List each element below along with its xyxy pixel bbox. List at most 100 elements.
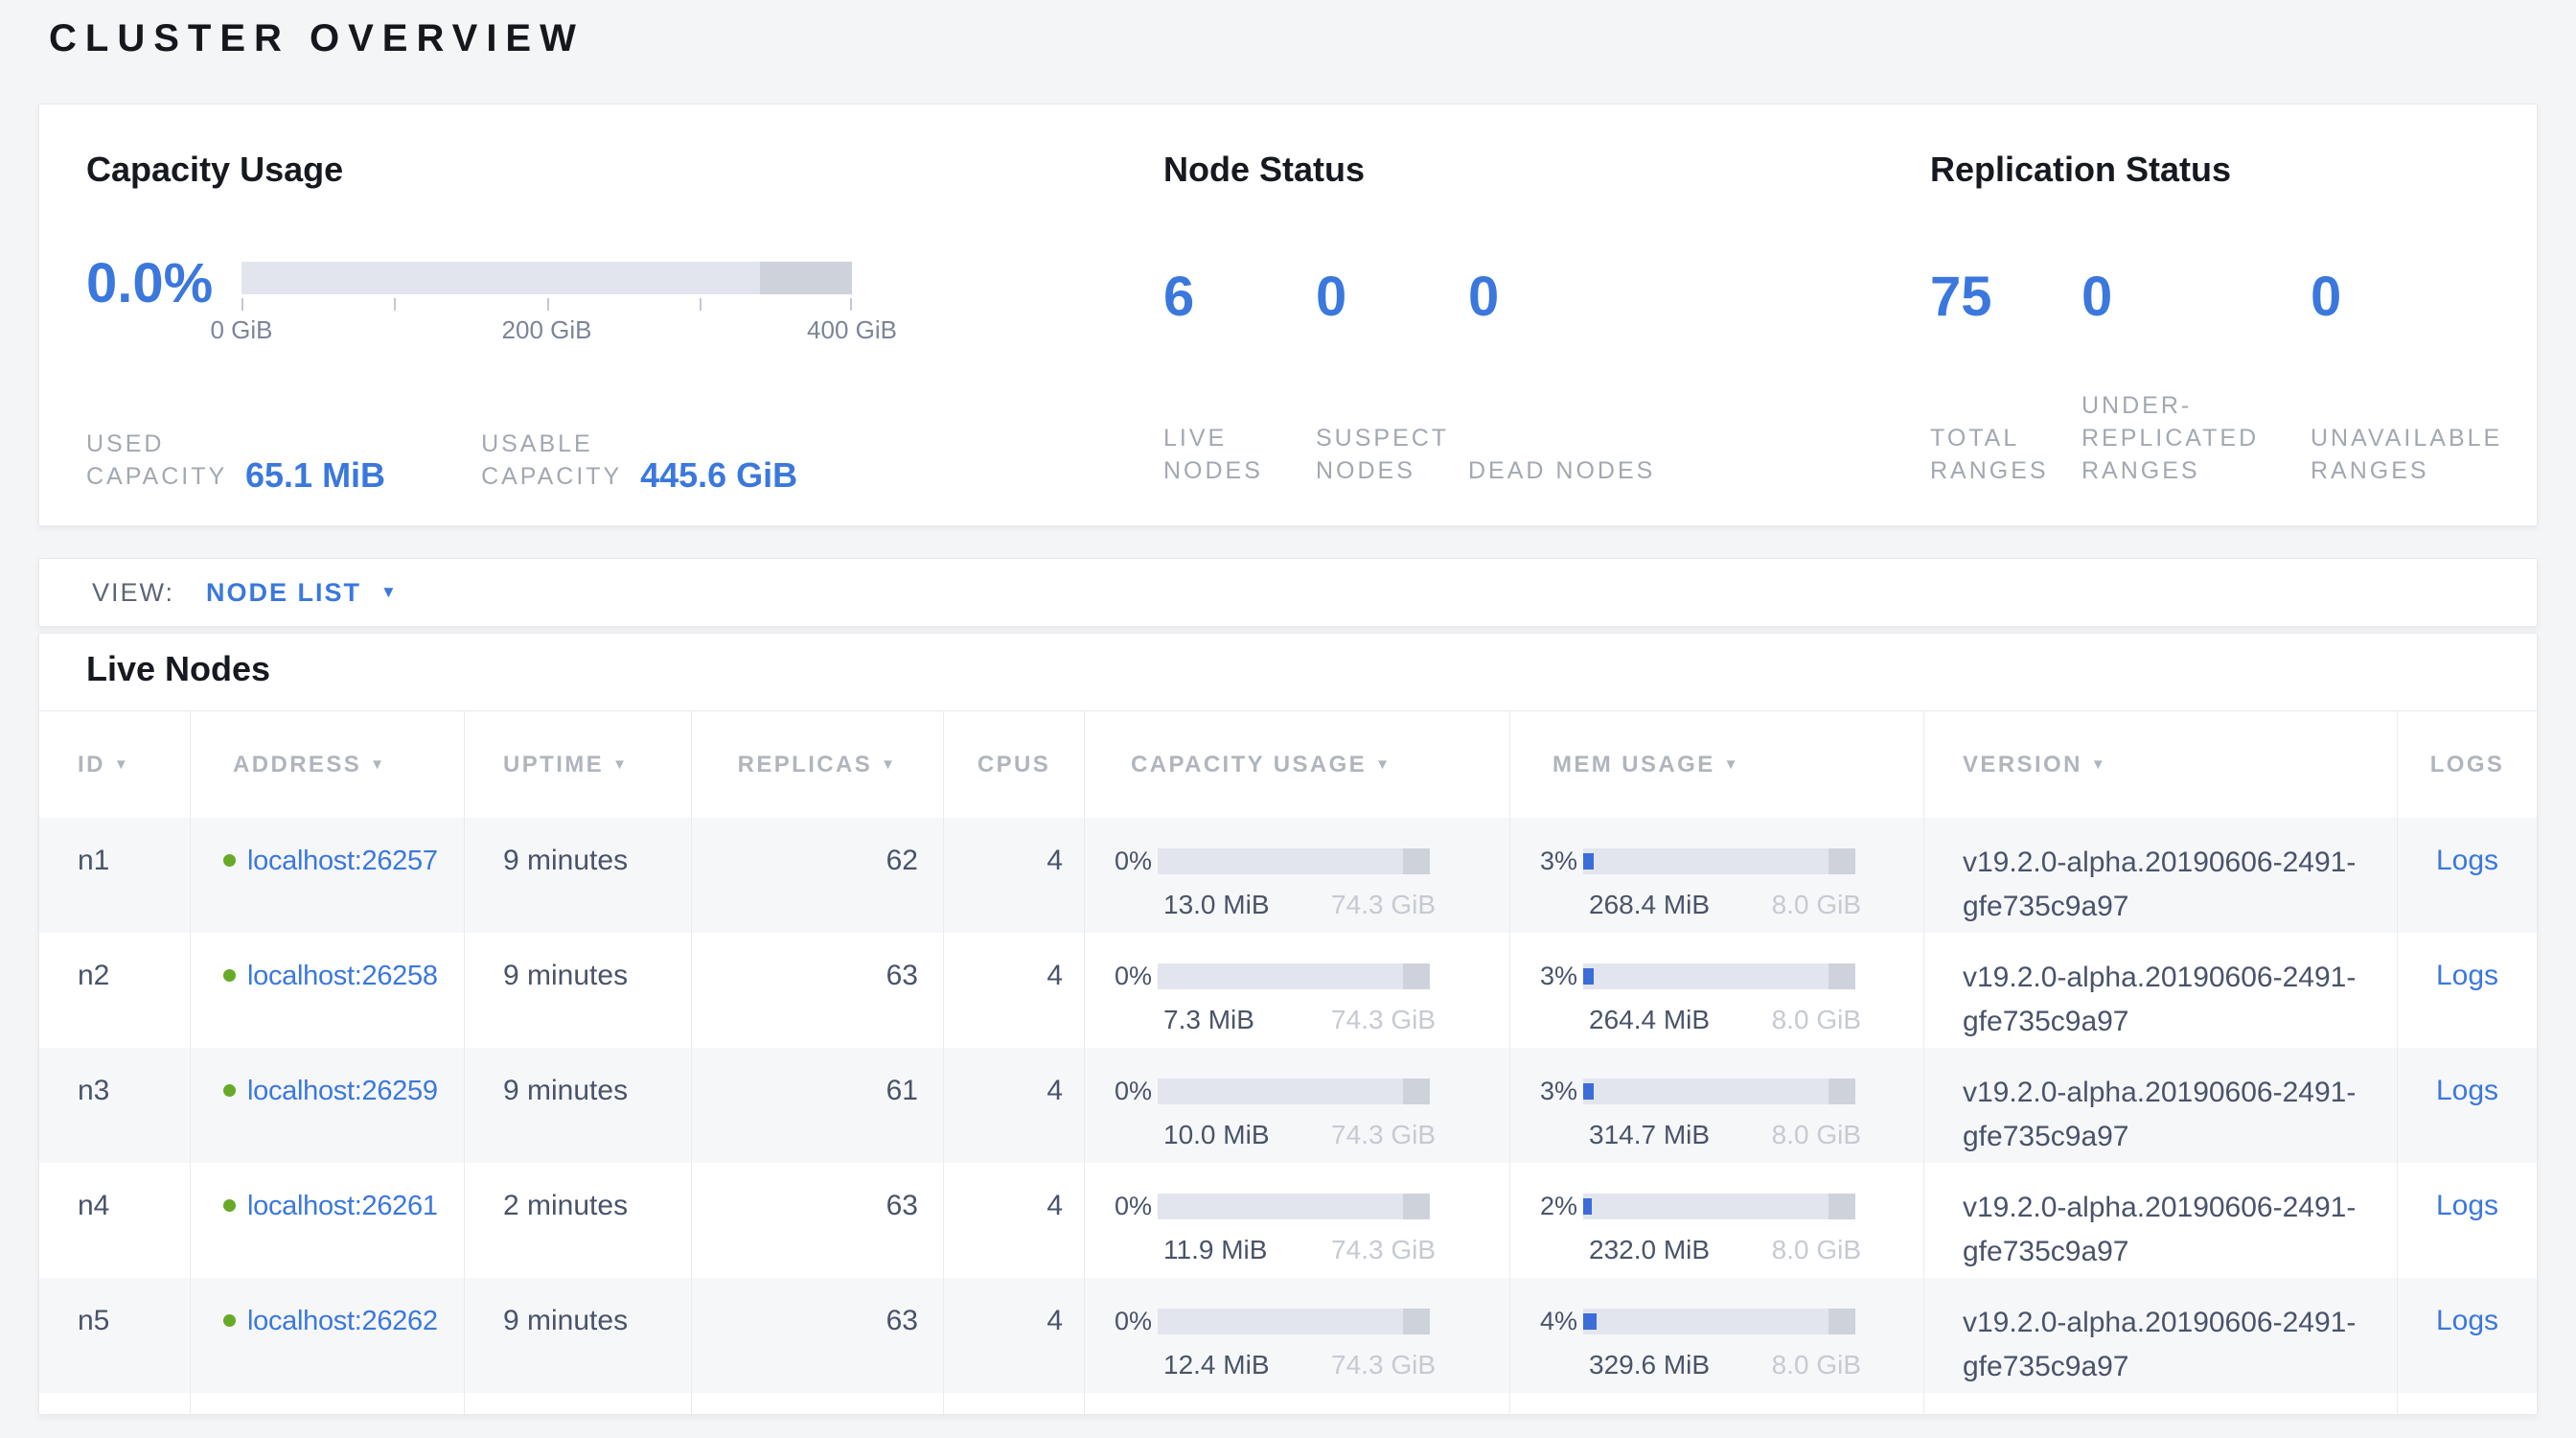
dead-nodes-label: DEAD NODES <box>1468 454 1689 525</box>
unavailable-ranges-stat: 0 UNAVAILABLE RANGES <box>2311 191 2550 525</box>
uptime-cell: 9 minutes <box>464 818 691 933</box>
total-ranges-label: TOTAL RANGES <box>1930 422 2074 525</box>
summary-panel: Capacity Usage 0.0% 0 GiB 20 <box>38 104 2538 526</box>
node-address-link[interactable]: localhost:26261 <box>247 1191 438 1221</box>
table-header-row: ID▼ ADDRESS▼ UPTIME▼ REPLICAS▼ CPUS CAPA… <box>39 710 2537 818</box>
logs-link[interactable]: Logs <box>2436 960 2498 991</box>
cpus-cell: 4 <box>943 933 1084 1048</box>
header-mem-usage[interactable]: MEM USAGE▼ <box>1509 711 1923 818</box>
view-bar: VIEW: NODE LIST ▼ <box>38 558 2538 627</box>
usable-capacity-label: USABLE CAPACITY <box>481 428 636 493</box>
uptime-cell: 9 minutes <box>464 1278 691 1393</box>
mem-usage-cell: 4% 329.6 MiB8.0 GiB <box>1509 1278 1923 1393</box>
uptime-cell: 9 minutes <box>464 1048 691 1163</box>
mem-total: 8.0 GiB <box>1772 1345 1861 1385</box>
capacity-usage-cell: 0% 7.3 MiB74.3 GiB <box>1084 933 1509 1048</box>
mem-pct: 3% <box>1510 841 1583 881</box>
header-cpus[interactable]: CPUS <box>943 711 1084 818</box>
capacity-total: 74.3 GiB <box>1331 1230 1436 1270</box>
mem-pct: 3% <box>1510 956 1583 996</box>
mem-total: 8.0 GiB <box>1772 885 1861 925</box>
mem-bar <box>1583 963 1855 989</box>
mem-usage-cell: 3% 264.4 MiB8.0 GiB <box>1509 933 1923 1048</box>
mem-total: 8.0 GiB <box>1772 1000 1861 1040</box>
logs-link[interactable]: Logs <box>2436 1305 2498 1336</box>
node-address-link[interactable]: localhost:26259 <box>247 1076 438 1106</box>
sort-desc-icon: ▼ <box>1375 756 1392 773</box>
node-address-link[interactable]: localhost:26262 <box>247 1306 438 1336</box>
node-id-cell: n2 <box>39 933 190 1048</box>
mem-usage-cell: 3% 314.7 MiB8.0 GiB <box>1509 1048 1923 1163</box>
replication-status-title: Replication Status <box>1930 149 2563 191</box>
replicas-cell: 62 <box>691 818 943 933</box>
node-address-link[interactable]: localhost:26258 <box>247 961 438 991</box>
version-cell: v19.2.0-alpha.20190606-2491-gfe735c9a97 <box>1923 1163 2397 1278</box>
node-id-cell: n5 <box>39 1278 190 1393</box>
capacity-gauge: 0.0% 0 GiB 200 GiB 400 GiB <box>86 262 930 352</box>
node-address-cell: localhost:26261 <box>190 1163 464 1278</box>
total-ranges-value: 75 <box>1930 269 2082 325</box>
node-address-link[interactable]: localhost:26257 <box>247 846 438 876</box>
header-address[interactable]: ADDRESS▼ <box>190 711 464 818</box>
table-row: n2 localhost:26258 9 minutes 63 4 0% 7.3… <box>39 933 2537 1048</box>
node-status-title: Node Status <box>1163 149 1700 191</box>
table-row: n3 localhost:26259 9 minutes 61 4 0% 10.… <box>39 1048 2537 1163</box>
used-capacity-label: USED CAPACITY <box>86 428 242 493</box>
logs-link[interactable]: Logs <box>2436 1190 2498 1221</box>
capacity-gauge-bar <box>242 262 852 294</box>
cpus-cell: 4 <box>943 1278 1084 1393</box>
view-dropdown[interactable]: NODE LIST ▼ <box>206 578 397 608</box>
node-address-cell: localhost:26257 <box>190 818 464 933</box>
capacity-pct: 0% <box>1085 956 1158 996</box>
mem-total: 8.0 GiB <box>1772 1115 1861 1155</box>
header-id[interactable]: ID▼ <box>39 711 190 818</box>
logs-cell: Logs <box>2397 1278 2537 1393</box>
live-status-icon <box>223 1084 236 1097</box>
sort-desc-icon: ▼ <box>114 756 130 773</box>
capacity-pct: 0% <box>1085 1186 1158 1226</box>
cpus-cell: 4 <box>943 1048 1084 1163</box>
header-replicas[interactable]: REPLICAS▼ <box>691 711 943 818</box>
mem-bar <box>1583 1078 1855 1104</box>
logs-cell: Logs <box>2397 933 2537 1048</box>
mem-total: 8.0 GiB <box>1772 1230 1861 1270</box>
live-nodes-panel: Live Nodes ID▼ ADDRESS▼ UPTIME▼ REPLICAS… <box>38 633 2538 1415</box>
uptime-cell: 2 minutes <box>464 1163 691 1278</box>
capacity-total: 74.3 GiB <box>1331 1345 1436 1385</box>
header-uptime[interactable]: UPTIME▼ <box>464 711 691 818</box>
suspect-nodes-stat: 0 SUSPECT NODES <box>1316 191 1468 525</box>
capacity-bar <box>1158 1194 1430 1219</box>
capacity-usage-title: Capacity Usage <box>86 149 930 191</box>
capacity-used: 7.3 MiB <box>1163 1000 1254 1040</box>
header-version[interactable]: VERSION▼ <box>1923 711 2397 818</box>
capacity-total: 74.3 GiB <box>1331 1115 1436 1155</box>
live-nodes-label: LIVE NODES <box>1163 422 1307 525</box>
dead-nodes-stat: 0 DEAD NODES <box>1468 191 1621 525</box>
capacity-pct: 0% <box>1085 1071 1158 1111</box>
under-replicated-ranges-label: UNDER-REPLICATED RANGES <box>2082 389 2288 525</box>
replicas-cell: 61 <box>691 1048 943 1163</box>
live-nodes-value: 6 <box>1163 269 1316 325</box>
uptime-cell: 9 minutes <box>464 933 691 1048</box>
version-cell: v19.2.0-alpha.20190606-2491-gfe735c9a97 <box>1923 818 2397 933</box>
version-cell: v19.2.0-alpha.20190606-2491-gfe735c9a97 <box>1923 933 2397 1048</box>
version-cell: v19.2.0-alpha.20190606-2491-gfe735c9a97 <box>1923 1278 2397 1393</box>
node-id-cell: n4 <box>39 1163 190 1278</box>
header-capacity-usage[interactable]: CAPACITY USAGE▼ <box>1084 711 1509 818</box>
cluster-overview-page: CLUSTER OVERVIEW Capacity Usage 0.0% <box>0 0 2576 1438</box>
axis-tick <box>394 298 396 311</box>
logs-link[interactable]: Logs <box>2436 1075 2498 1106</box>
usable-capacity-stat: USABLE CAPACITY 445.6 GiB <box>481 428 797 493</box>
view-label: VIEW: <box>92 578 174 608</box>
node-id-cell: n3 <box>39 1048 190 1163</box>
header-logs: LOGS <box>2397 711 2537 818</box>
capacity-total: 74.3 GiB <box>1331 885 1436 925</box>
capacity-used: 10.0 MiB <box>1163 1115 1270 1155</box>
mem-used: 232.0 MiB <box>1589 1230 1710 1270</box>
logs-link[interactable]: Logs <box>2436 845 2498 876</box>
capacity-used: 13.0 MiB <box>1163 885 1270 925</box>
capacity-bar <box>1158 963 1430 989</box>
capacity-pct: 0% <box>1085 1301 1158 1341</box>
mem-used: 268.4 MiB <box>1589 885 1710 925</box>
node-address-cell: localhost:26259 <box>190 1048 464 1163</box>
